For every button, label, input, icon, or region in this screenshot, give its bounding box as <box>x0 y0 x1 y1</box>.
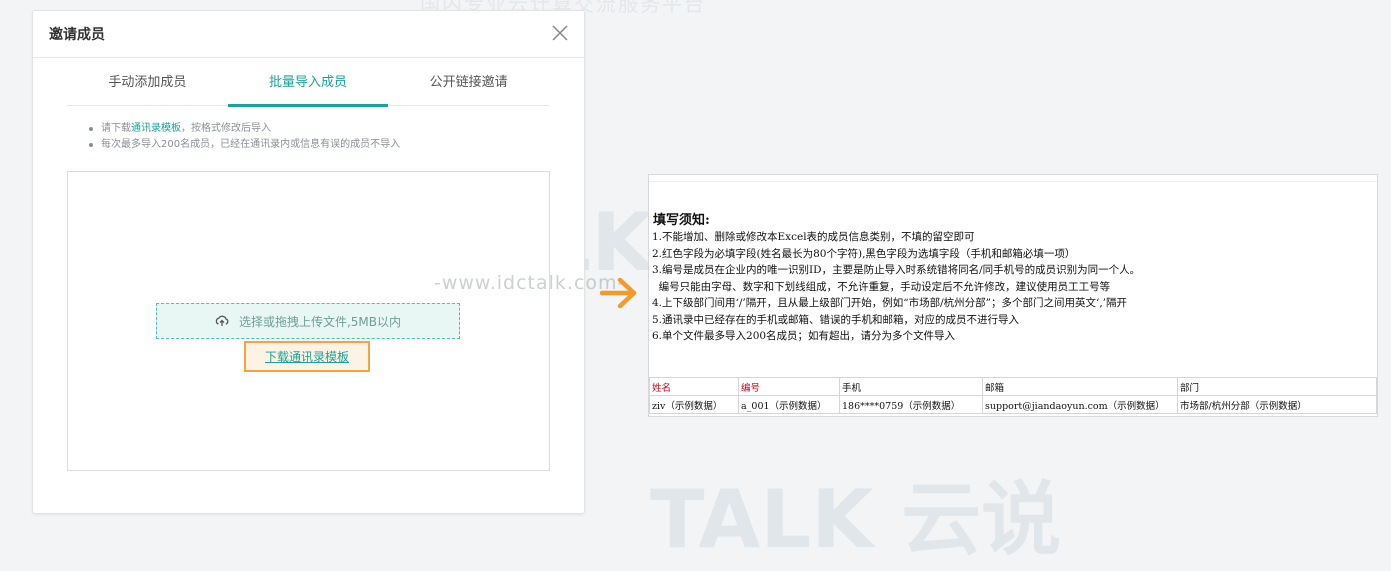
sheet-heading: 填写须知: <box>653 213 710 228</box>
sheet-rule: 6.单个文件最多导入200名成员；如有超出，请分为多个文件导入 <box>652 330 956 342</box>
sheet-rule: 4.上下级部门间用‘/’隔开，且从最上级部门开始，例如“市场部/杭州分部”；多个… <box>652 297 1128 309</box>
download-template-link[interactable]: 下载通讯录模板 <box>265 348 349 365</box>
sheet-rule: 5.通讯录中已经存在的手机或邮箱、错误的手机和邮箱，对应的成员不进行导入 <box>652 313 1020 326</box>
upload-cloud-icon <box>215 315 229 326</box>
note-import-limit: 每次最多导入200名成员，已经在通讯录内或信息有误的成员不导入 <box>87 137 400 153</box>
tab-bar: 手动添加成员 批量导入成员 公开链接邀请 <box>67 69 549 107</box>
sheet-rule: 1.不能增加、删除或修改本Excel表的成员信息类别，不填的留空即可 <box>652 231 975 243</box>
sheet-rule: 3.编号是成员在企业内的唯一识别ID，主要是防止导入时系统错将同名/同手机号的成… <box>652 264 1141 276</box>
note-download-template: 请下载通讯录模板，按格式修改后导入 <box>87 121 400 137</box>
sheet-header-email: 邮箱 <box>982 377 1178 396</box>
sheet-rule: 编号只能由字母、数字和下划线组成，不允许重复，手动设定后不允许修改，建议使用员工… <box>652 280 1111 293</box>
upload-file-button[interactable]: 选择或拖拽上传文件,5MB以内 <box>156 303 460 339</box>
sheet-header-row: 姓名 编号 手机 邮箱 部门 <box>649 377 1377 396</box>
upload-label: 选择或拖拽上传文件,5MB以内 <box>238 314 402 329</box>
arrow-right-icon <box>600 277 637 309</box>
invite-members-dialog: 邀请成员 手动添加成员 批量导入成员 公开链接邀请 请下载通讯录模板，按格式修改… <box>32 10 585 514</box>
sheet-header-id: 编号 <box>738 377 840 396</box>
watermark-url: -www.idctalk.com- <box>434 272 626 294</box>
template-sheet-preview: 填写须知: 1.不能增加、删除或修改本Excel表的成员信息类别，不填的留空即可… <box>648 174 1378 417</box>
sheet-rule: 2.红色字段为必填字段(姓名最长为80个字符),黑色字段为选填字段（手机和邮箱必… <box>652 247 1076 260</box>
sheet-grid-top <box>649 175 1377 182</box>
download-template-highlight: 下载通讯录模板 <box>244 341 370 372</box>
file-drop-area[interactable]: 选择或拖拽上传文件,5MB以内 下载通讯录模板 <box>67 171 550 471</box>
sheet-header-phone: 手机 <box>839 377 983 396</box>
sheet-example-row: ziv（示例数据） a_001（示例数据） 186****0759（示例数据） … <box>649 395 1377 414</box>
sheet-cell: a_001（示例数据） <box>738 395 840 414</box>
sheet-header-name: 姓名 <box>649 377 739 396</box>
tab-public-link[interactable]: 公开链接邀请 <box>388 69 549 105</box>
tab-manual-add[interactable]: 手动添加成员 <box>67 69 228 105</box>
sheet-header-dept: 部门 <box>1177 377 1377 396</box>
dialog-header: 邀请成员 <box>33 11 584 58</box>
close-icon[interactable] <box>550 23 570 43</box>
sheet-cell: support@jiandaoyun.com（示例数据） <box>982 395 1178 414</box>
dialog-title: 邀请成员 <box>49 27 105 43</box>
sheet-rules: 1.不能增加、删除或修改本Excel表的成员信息类别，不填的留空即可 2.红色字… <box>652 229 1140 345</box>
watermark-brand-bottom: TALK 云说 <box>650 473 1062 566</box>
tab-batch-import[interactable]: 批量导入成员 <box>227 69 389 107</box>
sheet-cell: 市场部/杭州分部（示例数据） <box>1177 395 1377 414</box>
sheet-table: 姓名 编号 手机 邮箱 部门 ziv（示例数据） a_001（示例数据） 186… <box>649 377 1377 414</box>
sheet-cell: 186****0759（示例数据） <box>839 395 983 414</box>
import-notes: 请下载通讯录模板，按格式修改后导入 每次最多导入200名成员，已经在通讯录内或信… <box>87 121 400 153</box>
notes-template-link[interactable]: 通讯录模板 <box>131 123 181 134</box>
sheet-cell: ziv（示例数据） <box>649 395 739 414</box>
